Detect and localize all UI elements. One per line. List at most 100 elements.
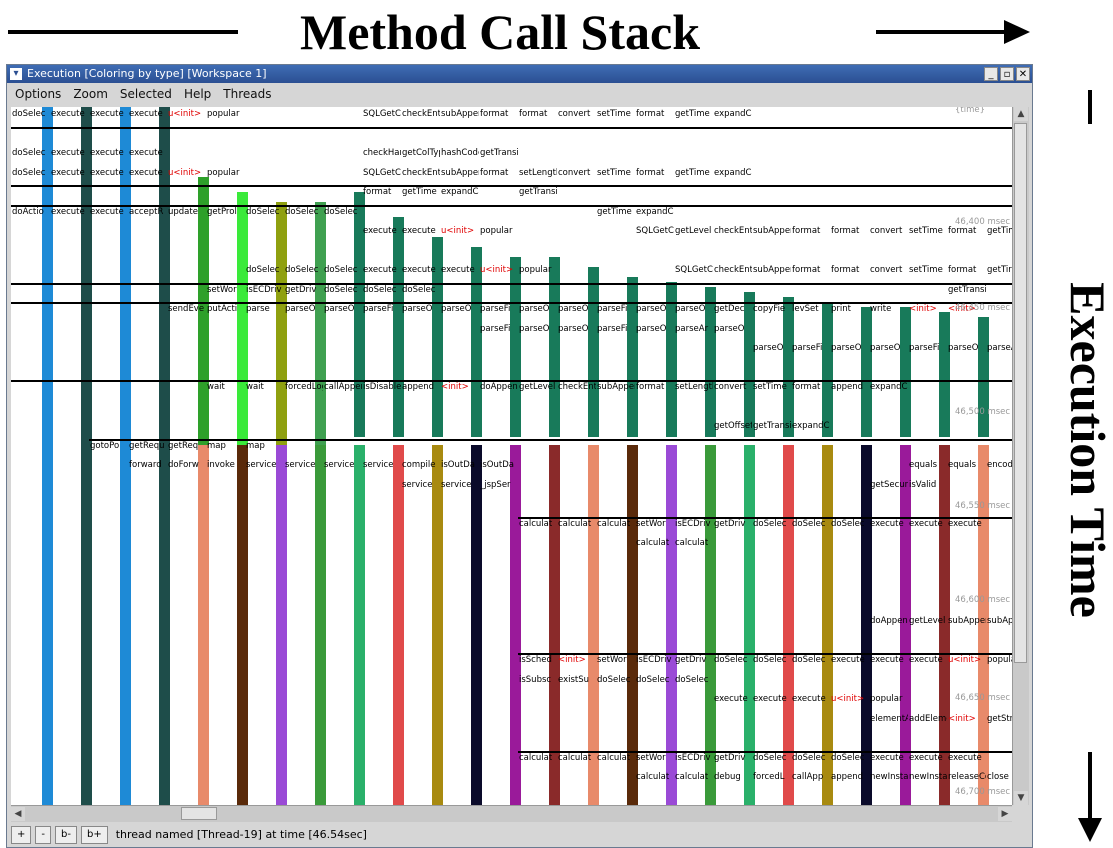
method-label[interactable]: execute: [402, 226, 440, 236]
method-label[interactable]: hashCode: [441, 148, 479, 158]
stack-bar[interactable]: [198, 444, 209, 805]
method-label[interactable]: execute: [90, 109, 128, 119]
method-label[interactable]: subAppend: [948, 616, 986, 626]
method-label[interactable]: format: [636, 109, 674, 119]
method-label[interactable]: isDisable: [363, 382, 401, 392]
method-label[interactable]: SQLGetCol: [675, 265, 713, 275]
method-label[interactable]: doSelec: [285, 265, 323, 275]
method-label[interactable]: calculat: [636, 772, 674, 782]
method-label[interactable]: calculat: [558, 753, 596, 763]
method-label[interactable]: parseFi: [909, 343, 947, 353]
method-label[interactable]: u<init>: [168, 168, 206, 178]
menu-zoom[interactable]: Zoom: [69, 83, 112, 105]
method-label[interactable]: doSelec: [675, 675, 713, 685]
method-label[interactable]: execute: [909, 655, 947, 665]
method-label[interactable]: execute: [948, 753, 986, 763]
method-label[interactable]: calculat: [675, 772, 713, 782]
method-label[interactable]: parseO: [558, 324, 596, 334]
method-label[interactable]: putActi: [207, 304, 245, 314]
method-label[interactable]: checkEntr: [402, 109, 440, 119]
method-label[interactable]: isECDriv: [636, 655, 674, 665]
method-label[interactable]: execute: [129, 109, 167, 119]
method-label[interactable]: isECDriv: [675, 753, 713, 763]
method-label[interactable]: doSelec: [363, 285, 401, 295]
method-label[interactable]: getDriv: [714, 519, 752, 529]
method-label[interactable]: setTime: [597, 109, 635, 119]
method-label[interactable]: format: [831, 265, 869, 275]
method-label[interactable]: checkEntr: [558, 382, 596, 392]
method-label[interactable]: isECDriv: [675, 519, 713, 529]
close-button[interactable]: ✕: [1016, 67, 1030, 81]
method-label[interactable]: popular: [480, 226, 518, 236]
method-label[interactable]: map: [246, 441, 284, 451]
method-label[interactable]: calculat: [675, 538, 713, 548]
method-label[interactable]: doSelec: [285, 207, 323, 217]
menu-threads[interactable]: Threads: [219, 83, 275, 105]
method-label[interactable]: parseFi: [597, 324, 635, 334]
method-label[interactable]: subAppend: [441, 168, 479, 178]
method-label[interactable]: isSched: [519, 655, 557, 665]
method-label[interactable]: forward: [129, 460, 167, 470]
method-label[interactable]: encod: [987, 460, 1012, 470]
method-label[interactable]: execute: [363, 265, 401, 275]
method-label[interactable]: subAppend: [597, 382, 635, 392]
method-label[interactable]: calculat: [519, 753, 557, 763]
b-minus-button[interactable]: b-: [55, 826, 77, 844]
method-label[interactable]: execute: [402, 265, 440, 275]
method-label[interactable]: doSelec: [792, 753, 830, 763]
method-label[interactable]: u<init>: [948, 655, 986, 665]
method-label[interactable]: execute: [90, 148, 128, 158]
method-label[interactable]: getTim: [987, 226, 1012, 236]
method-label[interactable]: SQLGetCol: [636, 226, 674, 236]
method-label[interactable]: <init>: [558, 655, 596, 665]
method-label[interactable]: isOutDa: [480, 460, 518, 470]
method-label[interactable]: parseO: [753, 343, 791, 353]
scroll-down-icon[interactable]: ▼: [1014, 791, 1028, 805]
method-label[interactable]: SQLGetCol: [363, 168, 401, 178]
method-label[interactable]: getLevel: [519, 382, 557, 392]
stack-bar[interactable]: [588, 267, 599, 437]
method-label[interactable]: debug: [714, 772, 752, 782]
stack-bar[interactable]: [471, 444, 482, 805]
method-label[interactable]: parseO: [636, 324, 674, 334]
method-label[interactable]: getDriv: [675, 655, 713, 665]
method-label[interactable]: execute: [90, 168, 128, 178]
method-label[interactable]: doSelec: [831, 519, 869, 529]
method-label[interactable]: isSubsc: [519, 675, 557, 685]
stack-bar[interactable]: [939, 312, 950, 437]
method-label[interactable]: execute: [51, 168, 89, 178]
method-label[interactable]: <init>: [909, 304, 947, 314]
method-label[interactable]: calculat: [636, 538, 674, 548]
scroll-right-icon[interactable]: ▶: [998, 807, 1012, 821]
method-label[interactable]: service: [363, 460, 401, 470]
method-label[interactable]: SQLGetCol: [363, 109, 401, 119]
stack-bar[interactable]: [900, 307, 911, 437]
stack-bar[interactable]: [354, 444, 365, 805]
method-label[interactable]: getDec: [714, 304, 752, 314]
method-label[interactable]: getSecuri: [870, 480, 908, 490]
method-label[interactable]: append: [402, 382, 440, 392]
method-label[interactable]: getOffset: [714, 421, 752, 431]
method-label[interactable]: format: [636, 168, 674, 178]
method-label[interactable]: popular: [870, 694, 908, 704]
method-label[interactable]: subAppend: [753, 265, 791, 275]
method-label[interactable]: expandCaget: [714, 109, 752, 119]
method-label[interactable]: format: [792, 382, 830, 392]
method-label[interactable]: getLevel: [675, 226, 713, 236]
method-label[interactable]: expandCaget: [636, 207, 674, 217]
method-label[interactable]: parseO: [441, 304, 479, 314]
method-label[interactable]: format: [792, 226, 830, 236]
method-label[interactable]: newInstan: [909, 772, 947, 782]
method-label[interactable]: parseAr: [675, 324, 713, 334]
method-label[interactable]: checkHan: [363, 148, 401, 158]
method-label[interactable]: getColTyp: [402, 148, 440, 158]
method-label[interactable]: setWor: [597, 655, 635, 665]
method-label[interactable]: execute: [870, 753, 908, 763]
method-label[interactable]: gotoPo: [90, 441, 128, 451]
method-label[interactable]: convert: [870, 226, 908, 236]
method-label[interactable]: format: [831, 226, 869, 236]
method-label[interactable]: checkEntr: [402, 168, 440, 178]
stack-bar[interactable]: [393, 217, 404, 437]
method-label[interactable]: parseO: [519, 304, 557, 314]
method-label[interactable]: isValid: [909, 480, 947, 490]
